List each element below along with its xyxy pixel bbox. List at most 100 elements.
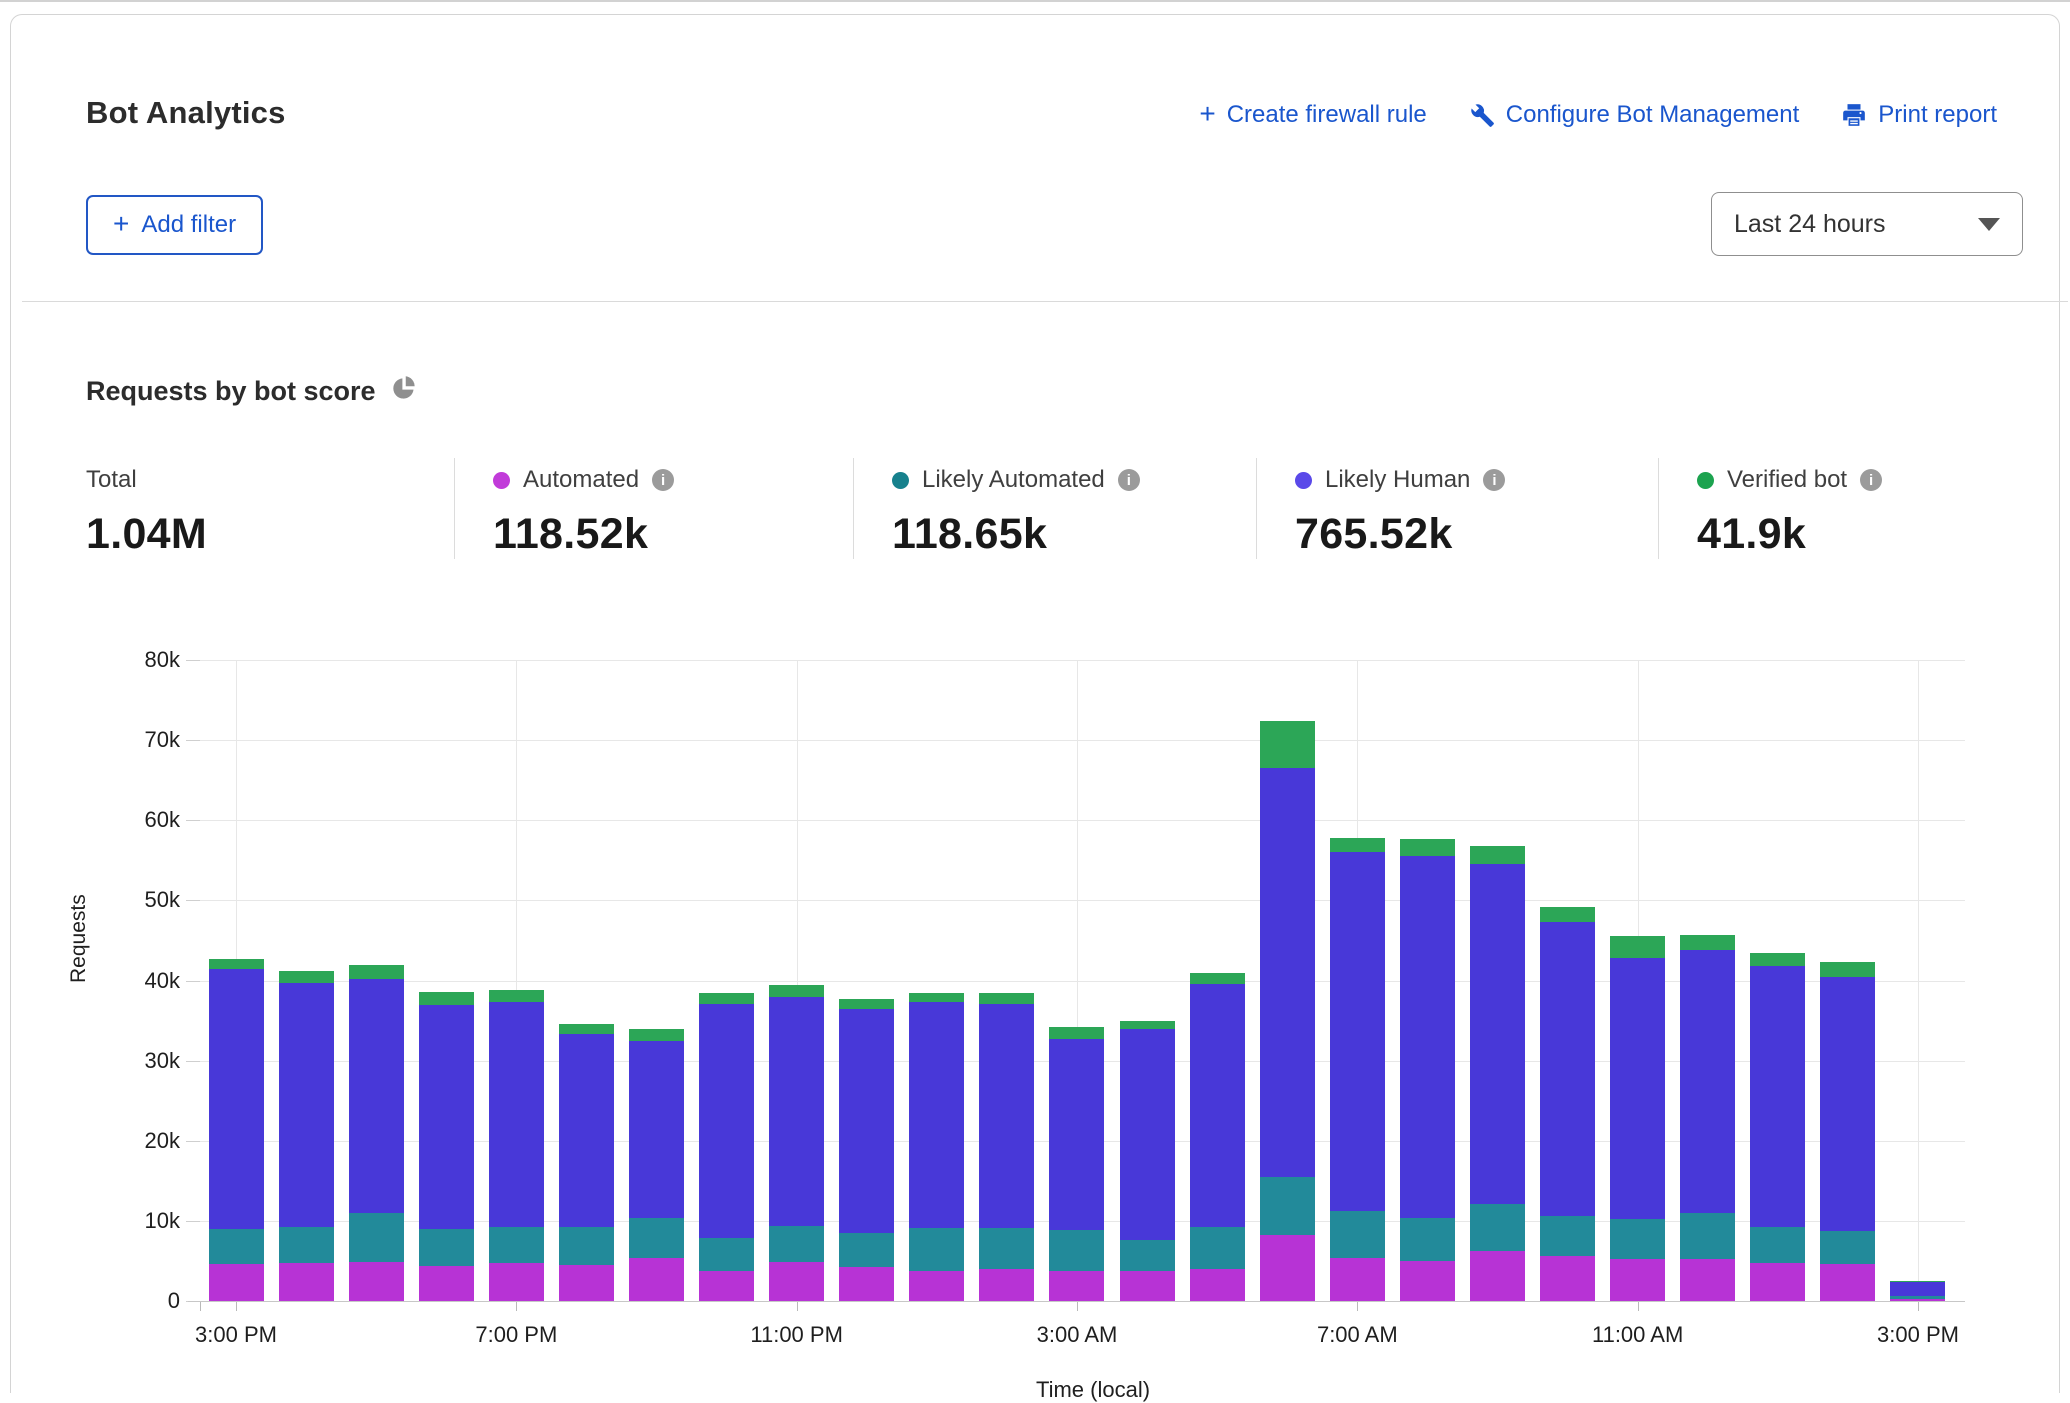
bar-segment-verified-bot[interactable] [209, 959, 264, 969]
bar-5:00 PM[interactable] [349, 965, 404, 1302]
bar-segment-automated[interactable] [1120, 1271, 1175, 1301]
bar-3:00 AM[interactable] [1049, 1027, 1104, 1301]
bar-segment-likely-human[interactable] [1610, 958, 1665, 1219]
bar-10:00 PM[interactable] [699, 993, 754, 1301]
bar-segment-automated[interactable] [979, 1269, 1034, 1301]
bar-segment-likely-automated[interactable] [1820, 1231, 1875, 1265]
bar-segment-verified-bot[interactable] [979, 993, 1034, 1004]
bar-segment-likely-automated[interactable] [349, 1213, 404, 1262]
bar-segment-automated[interactable] [839, 1267, 894, 1301]
bar-6:00 AM[interactable] [1260, 721, 1315, 1301]
bar-segment-likely-human[interactable] [209, 969, 264, 1229]
bar-segment-likely-human[interactable] [279, 983, 334, 1227]
bar-segment-verified-bot[interactable] [1190, 973, 1245, 983]
bar-segment-likely-human[interactable] [1330, 852, 1385, 1211]
bar-segment-likely-automated[interactable] [699, 1238, 754, 1272]
bar-segment-likely-human[interactable] [699, 1004, 754, 1238]
bar-7:00 AM[interactable] [1330, 838, 1385, 1301]
bar-segment-likely-automated[interactable] [769, 1226, 824, 1262]
info-icon[interactable]: i [1483, 469, 1505, 491]
bar-segment-likely-automated[interactable] [1470, 1204, 1525, 1250]
bar-segment-automated[interactable] [1820, 1264, 1875, 1301]
bar-segment-likely-automated[interactable] [1750, 1227, 1805, 1263]
bar-segment-verified-bot[interactable] [1540, 907, 1595, 922]
bar-segment-automated[interactable] [629, 1258, 684, 1301]
bar-segment-verified-bot[interactable] [1470, 846, 1525, 864]
bar-10:00 AM[interactable] [1540, 907, 1595, 1301]
bar-segment-likely-automated[interactable] [419, 1229, 474, 1266]
bar-segment-verified-bot[interactable] [769, 985, 824, 997]
bar-segment-likely-human[interactable] [629, 1041, 684, 1217]
bar-5:00 AM[interactable] [1190, 973, 1245, 1301]
bar-segment-verified-bot[interactable] [1260, 721, 1315, 768]
bar-segment-verified-bot[interactable] [1680, 935, 1735, 950]
bar-segment-automated[interactable] [1049, 1271, 1104, 1301]
bar-segment-likely-automated[interactable] [839, 1233, 894, 1267]
bar-segment-likely-automated[interactable] [1680, 1213, 1735, 1259]
bar-segment-likely-human[interactable] [839, 1009, 894, 1233]
bar-segment-automated[interactable] [1890, 1299, 1945, 1301]
bar-segment-automated[interactable] [1190, 1269, 1245, 1301]
bar-1:00 PM[interactable] [1750, 953, 1805, 1301]
bar-segment-likely-automated[interactable] [559, 1227, 614, 1265]
bar-segment-likely-human[interactable] [1120, 1029, 1175, 1240]
bar-3:00 PM[interactable] [1890, 1281, 1945, 1301]
bar-segment-verified-bot[interactable] [1120, 1021, 1175, 1030]
bar-segment-likely-automated[interactable] [1120, 1240, 1175, 1270]
bar-segment-likely-automated[interactable] [1260, 1177, 1315, 1235]
bar-3:00 PM[interactable] [209, 959, 264, 1301]
bar-segment-likely-human[interactable] [1400, 856, 1455, 1219]
bar-segment-likely-automated[interactable] [279, 1227, 334, 1263]
bar-segment-likely-automated[interactable] [909, 1228, 964, 1270]
bar-segment-likely-automated[interactable] [979, 1228, 1034, 1269]
bar-segment-verified-bot[interactable] [839, 999, 894, 1009]
bar-segment-likely-automated[interactable] [629, 1218, 684, 1258]
bar-segment-verified-bot[interactable] [909, 993, 964, 1003]
bar-segment-automated[interactable] [1540, 1256, 1595, 1301]
print-report-link[interactable]: Print report [1841, 101, 1997, 129]
create-firewall-rule-link[interactable]: + Create firewall rule [1199, 101, 1426, 129]
bar-7:00 PM[interactable] [489, 990, 544, 1301]
bar-segment-likely-human[interactable] [769, 997, 824, 1226]
bar-segment-likely-human[interactable] [979, 1004, 1034, 1228]
bar-segment-likely-human[interactable] [349, 979, 404, 1213]
bar-segment-likely-human[interactable] [1260, 768, 1315, 1177]
bar-segment-automated[interactable] [489, 1263, 544, 1301]
bar-segment-verified-bot[interactable] [1049, 1027, 1104, 1039]
add-filter-button[interactable]: + Add filter [86, 195, 263, 255]
bar-segment-automated[interactable] [1610, 1259, 1665, 1301]
time-range-select[interactable]: Last 24 hours [1711, 192, 2023, 256]
bar-segment-automated[interactable] [699, 1271, 754, 1301]
bar-segment-likely-automated[interactable] [1610, 1219, 1665, 1258]
bar-segment-verified-bot[interactable] [1820, 962, 1875, 976]
bar-8:00 PM[interactable] [559, 1024, 614, 1301]
bar-segment-likely-human[interactable] [1890, 1282, 1945, 1296]
configure-bot-management-link[interactable]: Configure Bot Management [1469, 101, 1800, 129]
bar-segment-likely-automated[interactable] [489, 1227, 544, 1263]
bar-segment-automated[interactable] [209, 1264, 264, 1301]
bar-segment-automated[interactable] [1330, 1258, 1385, 1301]
bar-12:00 PM[interactable] [1680, 935, 1735, 1301]
bar-segment-automated[interactable] [1470, 1251, 1525, 1301]
bar-9:00 PM[interactable] [629, 1029, 684, 1301]
bar-segment-automated[interactable] [1400, 1261, 1455, 1301]
bar-segment-likely-human[interactable] [1750, 966, 1805, 1227]
bar-11:00 AM[interactable] [1610, 936, 1665, 1301]
bar-4:00 PM[interactable] [279, 971, 334, 1301]
bar-segment-likely-human[interactable] [1820, 977, 1875, 1231]
bar-segment-automated[interactable] [349, 1262, 404, 1301]
bar-segment-verified-bot[interactable] [1750, 953, 1805, 966]
bar-segment-verified-bot[interactable] [1330, 838, 1385, 852]
bar-segment-likely-human[interactable] [909, 1002, 964, 1228]
bar-segment-likely-human[interactable] [1540, 922, 1595, 1216]
bar-1:00 AM[interactable] [909, 993, 964, 1301]
info-icon[interactable]: i [1860, 469, 1882, 491]
bar-segment-likely-human[interactable] [1680, 950, 1735, 1213]
bar-segment-likely-automated[interactable] [1049, 1230, 1104, 1271]
bar-segment-automated[interactable] [769, 1262, 824, 1301]
bar-segment-verified-bot[interactable] [1400, 839, 1455, 856]
info-icon[interactable]: i [652, 469, 674, 491]
bar-12:00 AM[interactable] [839, 999, 894, 1301]
bar-segment-verified-bot[interactable] [699, 993, 754, 1003]
bar-2:00 PM[interactable] [1820, 962, 1875, 1301]
